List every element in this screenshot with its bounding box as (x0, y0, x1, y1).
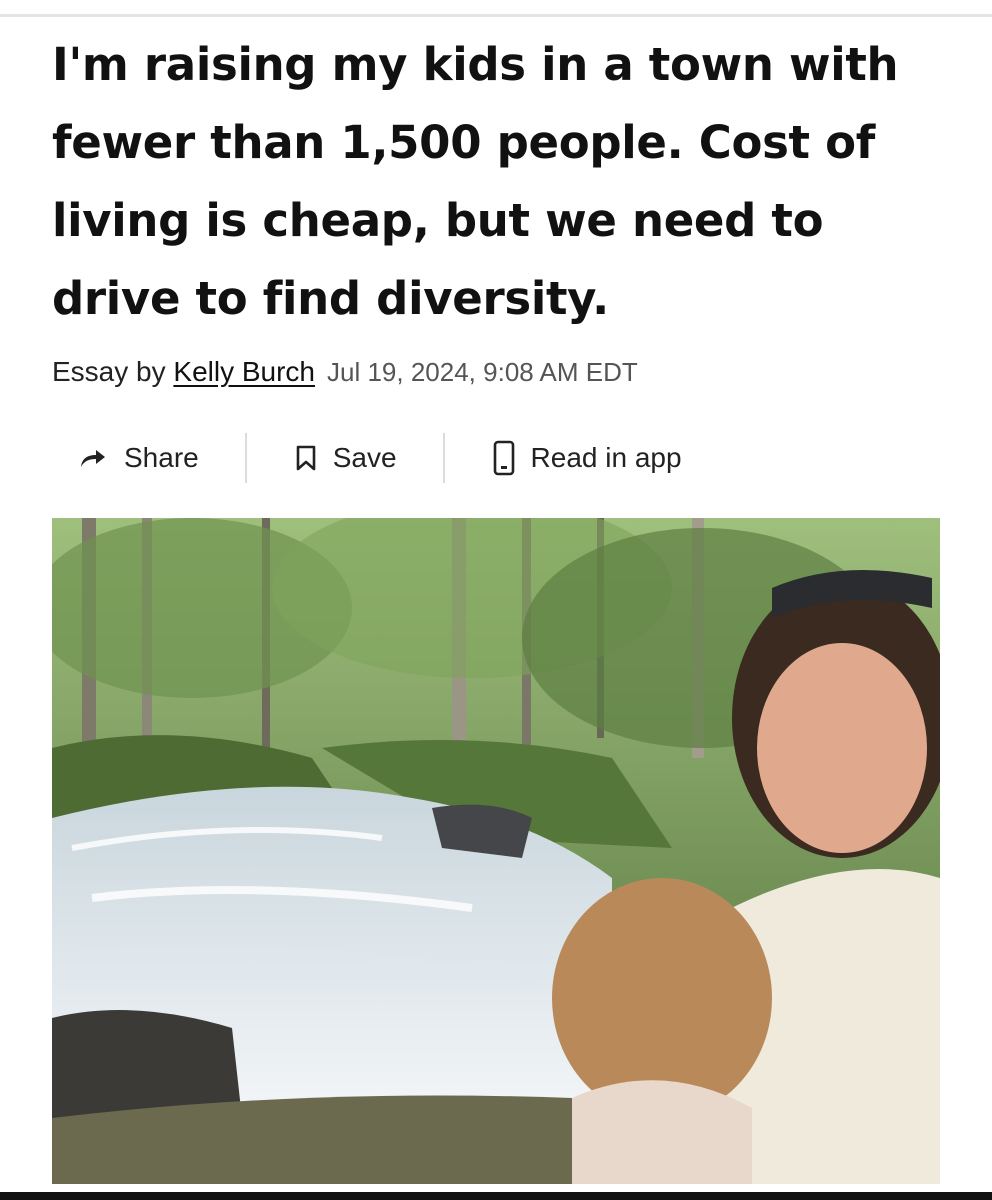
byline: Essay by Kelly Burch Jul 19, 2024, 9:08 A… (52, 352, 638, 392)
share-arrow-icon (81, 450, 105, 467)
article-action-bar: Share Save Read in app (52, 430, 682, 486)
read-in-app-button[interactable]: Read in app (445, 430, 682, 486)
bottom-edge-bar (0, 1192, 992, 1200)
author-link[interactable]: Kelly Burch (173, 356, 315, 387)
read-in-app-label: Read in app (530, 442, 682, 473)
publish-timestamp: Jul 19, 2024, 9:08 AM EDT (327, 357, 638, 387)
top-divider (0, 14, 992, 17)
byline-prefix: Essay by (52, 356, 174, 387)
phone-icon (493, 440, 514, 476)
article-headline: I'm raising my kids in a town with fewer… (52, 38, 899, 325)
hero-photo-illustration (52, 518, 940, 1184)
save-button[interactable]: Save (247, 430, 443, 486)
share-label: Share (124, 442, 199, 473)
hero-photo (52, 518, 940, 1184)
share-button[interactable]: Share (52, 430, 245, 486)
bookmark-icon (296, 445, 316, 471)
save-label: Save (332, 442, 397, 473)
